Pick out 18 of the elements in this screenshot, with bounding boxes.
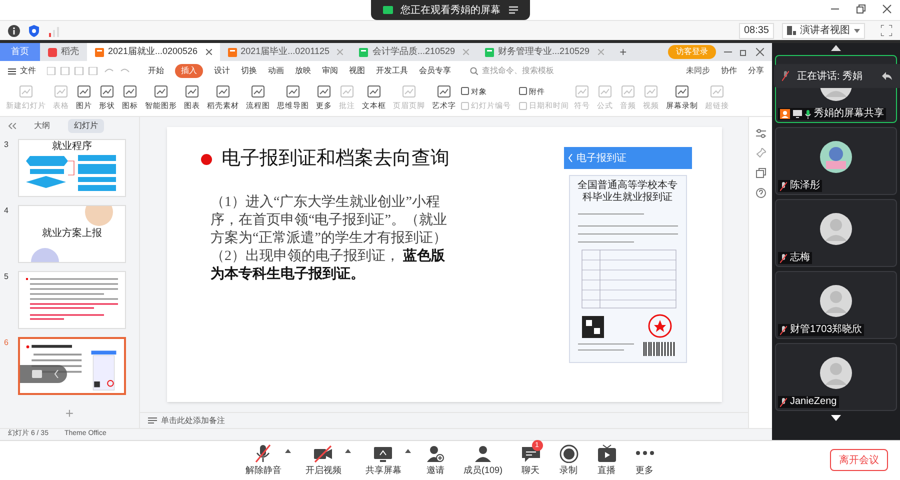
participant-name: 秀娟的屏幕共享	[814, 108, 884, 120]
slide-heading: 电子报到证和档案去向查询	[222, 146, 450, 171]
participant-name: JanieZeng	[790, 396, 837, 408]
slide-title: 就业程序	[52, 141, 92, 153]
participant-name: 财管1703郑晓欣	[790, 324, 862, 336]
slide-title: 就业方案上报	[42, 226, 102, 241]
slide-number: 4	[4, 205, 10, 217]
watching-text: 您正在观看秀娟的屏幕	[400, 4, 500, 18]
slide-number: 3	[4, 139, 10, 151]
slide-number: 6	[4, 337, 10, 349]
slide-number: 5	[4, 271, 10, 283]
participant-name: 陈泽彤	[790, 180, 820, 192]
phone-header-title: 电子报到证	[576, 152, 626, 166]
certificate-title: 全国普通高等学校本专科毕业生就业报到证	[576, 180, 678, 204]
participant-name: 志梅	[790, 252, 810, 264]
meeting-time: 08:35	[738, 22, 774, 38]
speaking-text: 正在讲话: 秀娟	[797, 70, 863, 84]
slide-body-text: （1）进入“广东大学生就业创业”小程序，在首页申领“电子报到证”。（就业方案为“正常派遣”的学生才有报到证）（2）出现申领的电子报到证， 蓝色版为本专科生电子报到证。	[210, 194, 448, 284]
